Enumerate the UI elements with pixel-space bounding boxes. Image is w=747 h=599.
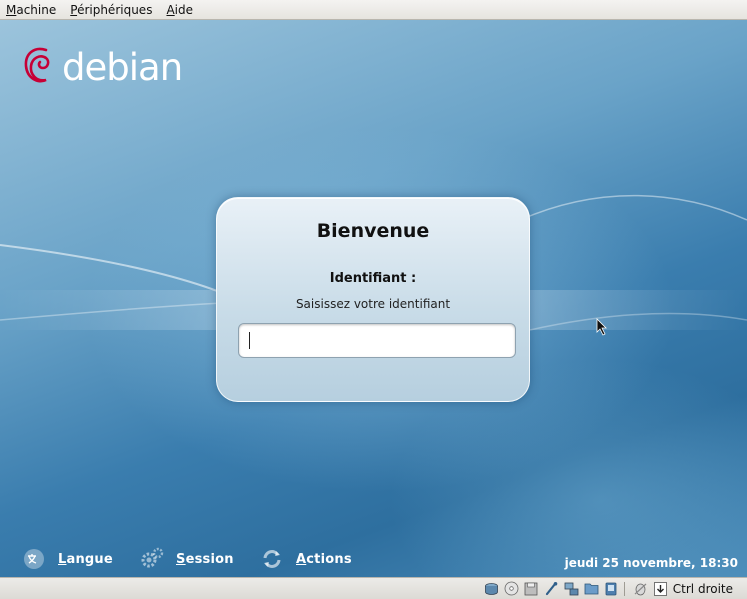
username-input[interactable] <box>238 323 516 358</box>
hard-disk-icon[interactable] <box>483 581 500 596</box>
language-button[interactable]: Langue <box>22 547 113 571</box>
actions-button[interactable]: Actions <box>260 547 352 571</box>
session-button[interactable]: Session <box>140 547 234 571</box>
shared-folder-icon[interactable] <box>583 581 600 596</box>
cdrom-icon[interactable] <box>503 581 520 596</box>
language-label: Langue <box>58 551 113 567</box>
language-icon <box>24 549 44 569</box>
menu-peripheriques[interactable]: Périphériques <box>63 0 159 20</box>
guest-screen[interactable]: debian Bienvenue Identifiant : Saisissez… <box>0 20 747 577</box>
refresh-icon <box>263 550 281 568</box>
username-field-wrap <box>238 323 516 358</box>
menu-machine-label: Machine <box>6 2 57 17</box>
debian-logo-text: debian <box>62 46 183 89</box>
debian-swirl-icon <box>24 47 50 83</box>
login-title: Bienvenue <box>316 220 430 242</box>
session-label: Session <box>176 551 234 567</box>
statusbar: Ctrl droite <box>0 577 747 599</box>
mouse-integration-icon[interactable] <box>632 581 649 596</box>
menu-aide-label: Aide <box>166 2 194 17</box>
statusbar-separator <box>623 581 625 596</box>
actions-label: Actions <box>296 551 352 567</box>
menu-aide[interactable]: Aide <box>159 0 200 20</box>
network-icon[interactable] <box>563 581 580 596</box>
gears-icon <box>141 547 164 568</box>
menu-peripheriques-label: Périphériques <box>70 2 153 17</box>
hostkey-label: Ctrl droite <box>672 581 733 596</box>
clock: jeudi 25 novembre, 18:30 <box>564 556 738 570</box>
text-caret <box>249 332 250 349</box>
username-label: Identifiant : <box>329 271 417 286</box>
usb-icon[interactable] <box>543 581 560 596</box>
username-hint: Saisissez votre identifiant <box>295 297 451 311</box>
menu-machine[interactable]: Machine <box>0 0 63 20</box>
menubar: Machine Périphériques Aide <box>0 0 747 20</box>
debian-logo: debian <box>22 44 183 89</box>
floppy-icon[interactable] <box>523 581 540 596</box>
login-box: Bienvenue Identifiant : Saisissez votre … <box>216 197 530 402</box>
mouse-pointer-icon <box>596 318 607 336</box>
hostkey-arrow-icon <box>652 581 669 596</box>
display-icon[interactable] <box>603 581 620 596</box>
